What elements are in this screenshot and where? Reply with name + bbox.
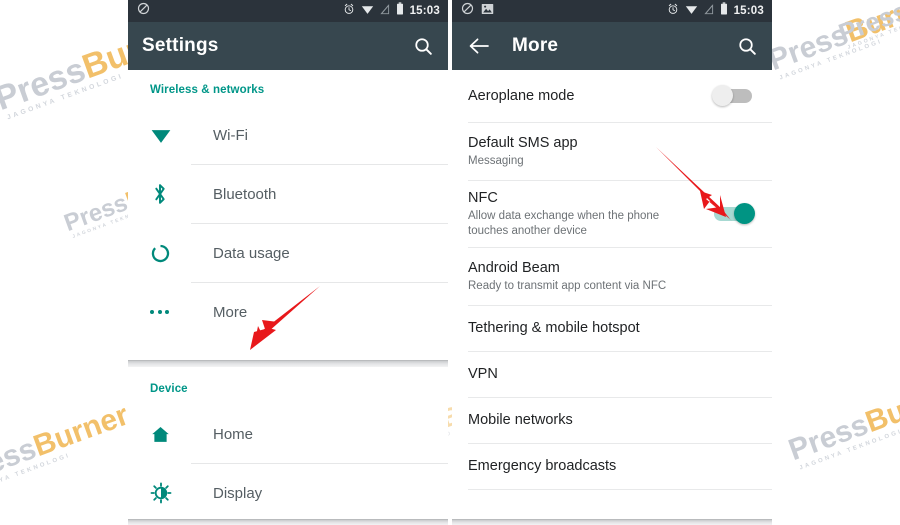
nfc-toggle[interactable]: [714, 203, 755, 224]
more-item-subtitle: Messaging: [468, 155, 524, 168]
alarm-icon: [667, 2, 679, 20]
screenshot-image-icon: [481, 2, 494, 20]
section-header-wireless: Wireless & networks: [150, 84, 265, 96]
section-header-device: Device: [150, 383, 188, 395]
settings-item-more[interactable]: More: [128, 283, 448, 341]
back-arrow-icon[interactable]: [468, 37, 490, 55]
search-icon[interactable]: [737, 36, 758, 57]
battery-icon: [396, 2, 404, 20]
home-icon: [150, 424, 186, 445]
do-not-disturb-icon: [137, 2, 150, 20]
settings-item-data-usage[interactable]: Data usage: [128, 224, 448, 282]
settings-item-label: Display: [213, 484, 263, 502]
signal-off-icon: [703, 2, 714, 20]
status-bar-clock: 15:03: [409, 5, 440, 17]
watermark-subtitle: JAGONYA TEKNOLOGI: [798, 428, 900, 472]
page-title: More: [512, 35, 559, 56]
settings-item-bluetooth[interactable]: Bluetooth: [128, 165, 448, 223]
watermark-subtitle: JAGONYA TEKNOLOGI: [778, 38, 884, 82]
more-item-title: Aeroplane mode: [468, 87, 575, 104]
more-item-aeroplane-mode[interactable]: Aeroplane mode: [452, 70, 772, 122]
more-screen: 15:03 More Aeroplane mode Default SMS ap…: [452, 0, 772, 525]
watermark-text-1: Press: [60, 189, 132, 238]
bottom-separator: [128, 519, 448, 525]
watermark: PressBurner JAGONYA TEKNOLOGI: [0, 398, 135, 496]
watermark-text-2: Burner: [861, 374, 900, 440]
watermark-text-1: Press: [834, 0, 900, 48]
status-bar-right: 15:03: [452, 0, 772, 22]
battery-icon: [720, 2, 728, 20]
toggle-knob: [712, 85, 733, 106]
alarm-icon: [343, 2, 355, 20]
more-item-title: VPN: [468, 366, 498, 383]
more-item-title: NFC: [468, 190, 498, 206]
settings-app-bar: Settings: [128, 22, 448, 70]
watermark: PressBurner JAGONYA TEKNOLOGI: [764, 0, 900, 83]
search-icon[interactable]: [413, 36, 434, 57]
more-item-title: Emergency broadcasts: [468, 458, 617, 475]
more-item-vpn[interactable]: VPN: [452, 352, 772, 397]
display-brightness-icon: [150, 482, 186, 504]
watermark-text-2: Burner: [841, 0, 900, 50]
more-item-default-sms-app[interactable]: Default SMS app Messaging: [452, 123, 772, 180]
more-list: Aeroplane mode Default SMS app Messaging…: [452, 70, 772, 525]
divider: [468, 489, 772, 490]
wifi-icon: [361, 2, 374, 20]
settings-item-label: Home: [213, 425, 254, 443]
wifi-icon: [685, 2, 698, 20]
watermark-text-2: Burner: [29, 398, 133, 464]
settings-item-label: Wi-Fi: [213, 126, 248, 144]
more-item-emergency-broadcasts[interactable]: Emergency broadcasts: [452, 444, 772, 489]
more-item-android-beam[interactable]: Android Beam Ready to transmit app conte…: [452, 248, 772, 305]
watermark-text-1: Press: [0, 432, 41, 492]
bluetooth-icon: [150, 182, 186, 206]
settings-item-label: Bluetooth: [213, 185, 277, 203]
more-item-title: Mobile networks: [468, 412, 573, 429]
do-not-disturb-icon: [461, 2, 474, 20]
wifi-icon: [150, 127, 186, 144]
watermark-text-1: Press: [0, 50, 91, 119]
watermark-text-1: Press: [764, 18, 853, 78]
more-item-subtitle: Allow data exchange when the phone touch…: [468, 210, 660, 238]
bottom-separator: [452, 519, 772, 525]
settings-item-home[interactable]: Home: [128, 405, 448, 463]
settings-item-wifi[interactable]: Wi-Fi: [128, 106, 448, 164]
toggle-knob: [734, 203, 755, 224]
more-item-title: Android Beam: [468, 259, 560, 276]
status-bar-clock: 15:03: [733, 5, 764, 17]
signal-off-icon: [379, 2, 390, 20]
watermark: PressBurner JAGONYA TEKNOLOGI: [835, 0, 900, 52]
more-item-subtitle: Ready to transmit app content via NFC: [468, 280, 667, 293]
watermark-subtitle: JAGONYA TEKNOLOGI: [0, 452, 72, 496]
more-dots-icon: [150, 310, 186, 314]
settings-screen: 15:03 Settings Wireless & networks Wi-Fi: [128, 0, 448, 525]
watermark-text-1: Press: [784, 408, 873, 468]
page-title: Settings: [142, 35, 219, 56]
status-bar-left: 15:03: [128, 0, 448, 22]
more-item-title: Tethering & mobile hotspot: [468, 320, 640, 337]
watermark-subtitle: JAGONYA TEKNOLOGI: [846, 12, 900, 51]
watermark: PressBurner JAGONYA TEKNOLOGI: [784, 374, 900, 472]
more-item-title: Default SMS app: [468, 134, 578, 151]
screenshot-root: PressBurner JAGONYA TEKNOLOGI PressBurne…: [0, 0, 900, 525]
settings-list: Wireless & networks Wi-Fi Bluetooth Data…: [128, 70, 448, 525]
more-item-tethering[interactable]: Tethering & mobile hotspot: [452, 306, 772, 351]
data-usage-icon: [150, 243, 186, 264]
more-item-mobile-networks[interactable]: Mobile networks: [452, 398, 772, 443]
settings-item-label: More: [213, 303, 248, 321]
aeroplane-mode-toggle[interactable]: [712, 85, 752, 106]
settings-item-display[interactable]: Display: [128, 464, 448, 522]
section-separator: [128, 360, 448, 367]
more-app-bar: More: [452, 22, 772, 70]
settings-item-label: Data usage: [213, 244, 290, 262]
more-item-nfc[interactable]: NFC Allow data exchange when the phone t…: [452, 181, 772, 247]
